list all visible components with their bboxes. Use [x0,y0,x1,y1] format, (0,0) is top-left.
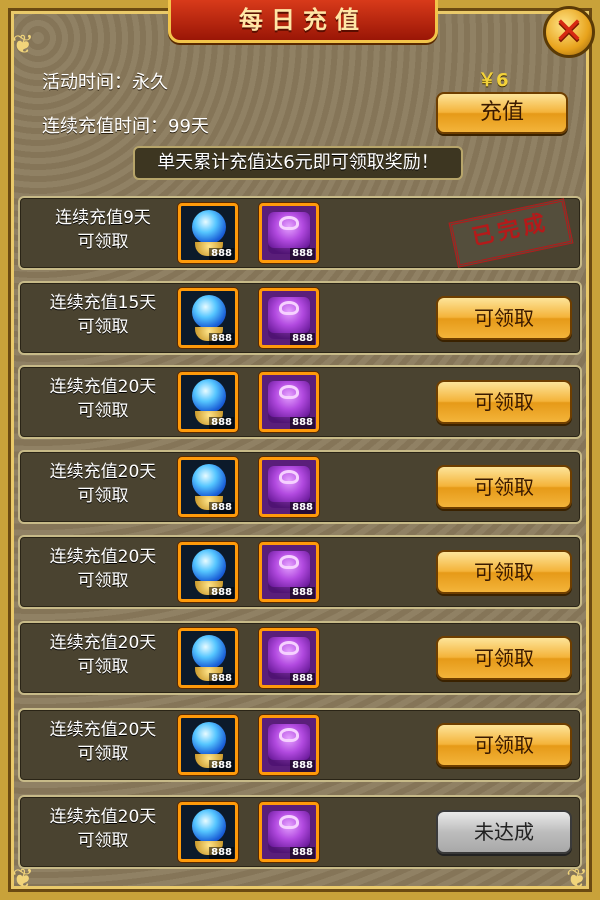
reward-row: 连续充值20天 可领取 888 888 可领取 [18,450,582,524]
item-count: 888 [209,417,234,429]
claim-button[interactable]: 可领取 [436,296,572,340]
not-achieved-button[interactable]: 未达成 [436,810,572,854]
corner-ornament-icon: ❦ [12,30,34,60]
reward-subtitle: 可领取 [77,657,129,677]
reward-title: 连续充值20天 [49,462,157,482]
reward-title: 连续充值15天 [49,293,157,313]
knot-ornament-icon [279,728,299,742]
notice-banner: 单天累计充值达6元即可领取奖励！ [133,146,463,180]
reward-subtitle: 可领取 [77,232,129,252]
reward-condition: 连续充值20天 可领取 [28,545,178,593]
tome-item-icon[interactable]: 888 [259,288,319,348]
reward-row: 连续充值9天 可领取 888 888 已完成 [18,196,582,270]
orb-item-icon[interactable]: 888 [178,372,238,432]
reward-row: 连续充值20天 可领取 888 888 可领取 [18,535,582,609]
reward-row: 连续充值20天 可领取 888 888 可领取 [18,708,582,782]
crystal-orb-icon [192,210,226,244]
reward-title: 连续充值20天 [49,633,157,653]
reward-subtitle: 可领取 [77,401,129,421]
orb-item-icon[interactable]: 888 [178,542,238,602]
item-count: 888 [290,847,315,859]
claim-button[interactable]: 可领取 [436,636,572,680]
item-count: 888 [290,587,315,599]
item-count: 888 [290,248,315,260]
item-count: 888 [209,847,234,859]
page-title: 每日充值 [168,0,438,43]
claim-button[interactable]: 可领取 [436,723,572,767]
reward-row: 连续充值20天 可领取 888 888 可领取 [18,365,582,439]
knot-ornament-icon [279,385,299,399]
crystal-orb-icon [192,809,226,843]
activity-time-label: 活动时间：永久 [42,72,168,93]
item-count: 888 [209,502,234,514]
recharge-button[interactable]: 充值 [436,92,568,134]
consecutive-time-label: 连续充值时间：99天 [42,116,209,137]
completed-stamp: 已完成 [448,198,574,268]
reward-title: 连续充值20天 [49,377,157,397]
claim-button[interactable]: 可领取 [436,465,572,509]
item-count: 888 [290,502,315,514]
reward-subtitle: 可领取 [77,486,129,506]
reward-subtitle: 可领取 [77,831,129,851]
item-count: 888 [290,333,315,345]
item-count: 888 [290,673,315,685]
reward-condition: 连续充值20天 可领取 [28,375,178,423]
reward-row: 连续充值15天 可领取 888 888 可领取 [18,281,582,355]
reward-subtitle: 可领取 [77,317,129,337]
tome-item-icon[interactable]: 888 [259,542,319,602]
knot-ornament-icon [279,815,299,829]
reward-title: 连续充值20天 [49,720,157,740]
knot-ornament-icon [279,301,299,315]
reward-row: 连续充值20天 可领取 888 888 可领取 [18,621,582,695]
claim-button[interactable]: 可领取 [436,380,572,424]
reward-condition: 连续充值15天 可领取 [28,291,178,339]
orb-item-icon[interactable]: 888 [178,288,238,348]
orb-item-icon[interactable]: 888 [178,203,238,263]
close-icon: ✕ [553,11,585,52]
tome-item-icon[interactable]: 888 [259,715,319,775]
crystal-orb-icon [192,722,226,756]
crystal-orb-icon [192,549,226,583]
item-count: 888 [209,673,234,685]
tome-item-icon[interactable]: 888 [259,628,319,688]
reward-title: 连续充值20天 [49,547,157,567]
orb-item-icon[interactable]: 888 [178,457,238,517]
reward-condition: 连续充值20天 可领取 [28,460,178,508]
knot-ornament-icon [279,216,299,230]
reward-subtitle: 可领取 [77,744,129,764]
crystal-orb-icon [192,464,226,498]
knot-ornament-icon [279,555,299,569]
reward-condition: 连续充值20天 可领取 [28,718,178,766]
item-count: 888 [209,333,234,345]
claim-button[interactable]: 可领取 [436,550,572,594]
reward-condition: 连续充值20天 可领取 [28,631,178,679]
crystal-orb-icon [192,635,226,669]
reward-condition: 连续充值9天 可领取 [28,206,178,254]
item-count: 888 [290,760,315,772]
orb-item-icon[interactable]: 888 [178,628,238,688]
reward-title: 连续充值9天 [55,208,151,228]
orb-item-icon[interactable]: 888 [178,715,238,775]
item-count: 888 [209,248,234,260]
crystal-orb-icon [192,295,226,329]
orb-item-icon[interactable]: 888 [178,802,238,862]
reward-subtitle: 可领取 [77,571,129,591]
tome-item-icon[interactable]: 888 [259,203,319,263]
item-count: 888 [290,417,315,429]
knot-ornament-icon [279,641,299,655]
crystal-orb-icon [192,379,226,413]
item-count: 888 [209,760,234,772]
reward-condition: 连续充值20天 可领取 [28,805,178,853]
tome-item-icon[interactable]: 888 [259,372,319,432]
price-label: ￥6 [478,70,509,91]
reward-title: 连续充值20天 [49,807,157,827]
reward-row: 连续充值20天 可领取 888 888 未达成 [18,795,582,869]
item-count: 888 [209,587,234,599]
close-button[interactable]: ✕ [543,6,595,58]
tome-item-icon[interactable]: 888 [259,457,319,517]
knot-ornament-icon [279,470,299,484]
tome-item-icon[interactable]: 888 [259,802,319,862]
